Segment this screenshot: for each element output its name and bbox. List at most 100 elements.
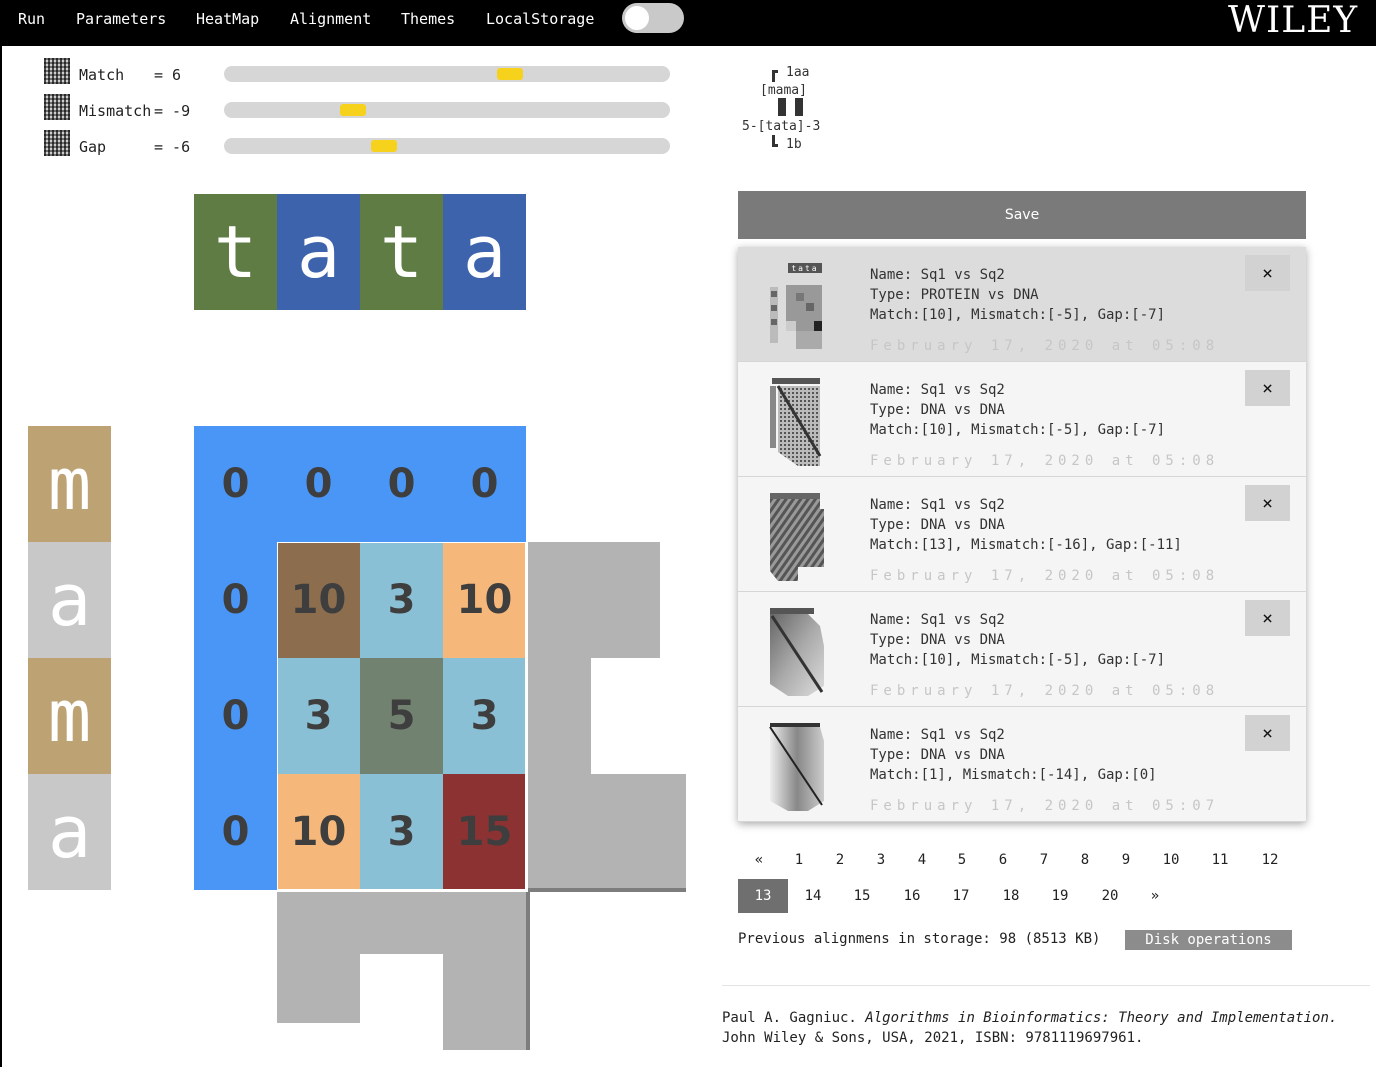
tree-seq-top: [mama] (760, 83, 807, 98)
seq-left-letter: a (28, 542, 111, 658)
menu-alignment[interactable]: Alignment (290, 10, 371, 28)
disk-operations-button[interactable]: Disk operations (1125, 930, 1292, 950)
matrix-cell: 10 (443, 542, 526, 658)
seq-left-letter: a (28, 774, 111, 890)
saved-entry-date: February 17, 2020 at 05:08 (870, 568, 1220, 584)
saved-alignments-list: tata Name: Sq1 vs Sq2 Type: PROTEIN vs DN… (738, 247, 1306, 822)
alignment-thumbnail: tata (770, 263, 822, 349)
page-link[interactable]: 18 (991, 879, 1031, 913)
saved-entry[interactable]: Name: Sq1 vs Sq2 Type: DNA vs DNA Match:[1… (738, 477, 1306, 592)
citation-author: Paul A. Gagniuc. (722, 1010, 857, 1026)
saved-entry[interactable]: Name: Sq1 vs Sq2 Type: DNA vs DNA Match:[1… (738, 592, 1306, 707)
traceback-shape (528, 542, 660, 658)
tree-label-bottom: 1b (786, 137, 802, 152)
match-slider[interactable] (224, 66, 670, 82)
toggle-knob (625, 6, 649, 30)
page-link[interactable]: 5 (942, 843, 982, 877)
saved-entry-info: Name: Sq1 vs Sq2 Type: DNA vs DNA Match:[1… (870, 727, 1157, 783)
page-link[interactable]: 3 (861, 843, 901, 877)
saved-entry[interactable]: tata Name: Sq1 vs Sq2 Type: PROTEIN vs DN… (738, 247, 1306, 362)
traceback-shape (277, 954, 360, 1023)
mismatch-label: Mismatch (79, 102, 152, 120)
saved-entry-info: Name: Sq1 vs Sq2 Type: PROTEIN vs DNA Matc… (870, 267, 1166, 323)
matrix-cell: 0 (470, 461, 499, 507)
mismatch-slider[interactable] (224, 102, 670, 118)
divider (722, 985, 1370, 986)
menu-localstorage[interactable]: LocalStorage (486, 10, 594, 28)
tree-seq-bottom: 5-[tata]-3 (742, 119, 821, 134)
menu-parameters[interactable]: Parameters (76, 10, 166, 28)
save-button[interactable]: Save (738, 191, 1306, 239)
page-link[interactable]: 6 (983, 843, 1023, 877)
saved-entry-info: Name: Sq1 vs Sq2 Type: DNA vs DNA Match:[1… (870, 497, 1182, 553)
menu-heatmap[interactable]: HeatMap (196, 10, 259, 28)
svg-text:tata: tata (791, 264, 818, 273)
page-link[interactable]: 10 (1151, 843, 1191, 877)
storage-info: Previous alignmens in storage: 98 (8513 … (738, 931, 1101, 947)
matrix-cell: 3 (443, 658, 526, 774)
gap-grip-icon (44, 130, 70, 156)
mismatch-slider-thumb[interactable] (340, 104, 366, 116)
menu-run[interactable]: Run (18, 10, 45, 28)
close-button[interactable]: × (1245, 370, 1290, 406)
seq-top-letter: t (194, 194, 277, 310)
traceback-shape (443, 954, 526, 1050)
match-slider-thumb[interactable] (497, 68, 523, 80)
page-link[interactable]: 1 (779, 843, 819, 877)
matrix-cell: 0 (221, 461, 250, 507)
mismatch-grip-icon (44, 94, 70, 120)
page-link[interactable]: 9 (1106, 843, 1146, 877)
gap-slider[interactable] (224, 138, 670, 154)
close-button[interactable]: × (1245, 485, 1290, 521)
page-link[interactable]: 11 (1200, 843, 1240, 877)
seq-top-letter: a (277, 194, 360, 310)
page-link[interactable]: 17 (941, 879, 981, 913)
tree-label-top: 1aa (786, 65, 810, 80)
page-link[interactable]: 7 (1024, 843, 1064, 877)
page-link[interactable]: 20 (1090, 879, 1130, 913)
saved-entry[interactable]: Name: Sq1 vs Sq2 Type: DNA vs DNA Match:[1… (738, 707, 1306, 822)
top-menu-bar: Run Parameters HeatMap Alignment Themes … (0, 0, 1376, 46)
page-link[interactable]: 12 (1250, 843, 1290, 877)
close-button[interactable]: × (1245, 600, 1290, 636)
page-next[interactable]: » (1135, 879, 1175, 913)
page-link[interactable]: 15 (842, 879, 882, 913)
matrix-cell: 0 (387, 461, 416, 507)
tree-bracket-top (772, 70, 778, 73)
gap-slider-thumb[interactable] (371, 140, 397, 152)
page-link[interactable]: 4 (902, 843, 942, 877)
matrix-cell: 3 (360, 774, 443, 890)
alignment-thumbnail (770, 378, 822, 466)
left-border (0, 0, 2, 1067)
seq-top-letter: a (443, 194, 526, 310)
matrix-cell: 0 (304, 461, 333, 507)
page-link[interactable]: 2 (820, 843, 860, 877)
page-link[interactable]: 14 (793, 879, 833, 913)
matrix-cell: 3 (277, 658, 360, 774)
traceback-shape (277, 892, 526, 954)
saved-entry[interactable]: Name: Sq1 vs Sq2 Type: DNA vs DNA Match:[1… (738, 362, 1306, 477)
theme-toggle[interactable] (622, 3, 684, 33)
menu-themes[interactable]: Themes (401, 10, 455, 28)
saved-entry-date: February 17, 2020 at 05:07 (870, 798, 1220, 814)
matrix-cell: 0 (221, 693, 250, 739)
saved-entry-info: Name: Sq1 vs Sq2 Type: DNA vs DNA Match:[1… (870, 382, 1166, 438)
matrix-cell: 15 (443, 774, 526, 890)
match-value: = 6 (154, 66, 182, 84)
match-grip-icon (44, 58, 70, 84)
page-link[interactable]: 16 (892, 879, 932, 913)
seq-left-letter: m (28, 426, 111, 542)
tree-match-bar (795, 98, 803, 116)
alignment-thumbnail (770, 493, 824, 581)
seq-top-letter: t (360, 194, 443, 310)
page-link-active[interactable]: 13 (738, 879, 788, 913)
close-button[interactable]: × (1245, 255, 1290, 291)
matrix-cell: 10 (277, 542, 360, 658)
page-link[interactable]: 8 (1065, 843, 1105, 877)
match-label: Match (79, 66, 125, 84)
close-button[interactable]: × (1245, 715, 1290, 751)
page-prev[interactable]: « (739, 843, 779, 877)
alignment-thumbnail (769, 723, 824, 811)
page-link[interactable]: 19 (1040, 879, 1080, 913)
traceback-edge (526, 892, 530, 1050)
